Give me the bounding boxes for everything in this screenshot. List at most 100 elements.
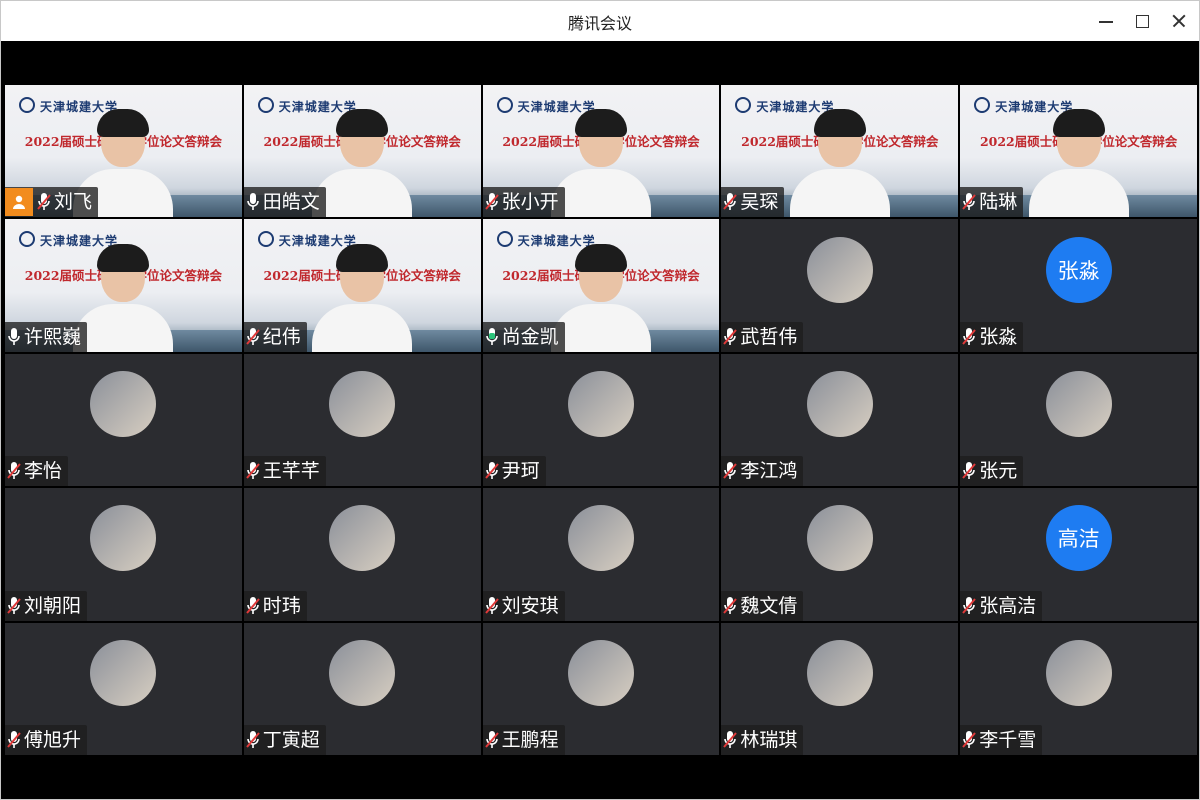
participant-tile[interactable]: 高洁 张高洁 [960,488,1197,621]
name-label: 李怡 [5,456,69,487]
participant-name: 尹珂 [501,460,540,483]
microphone-icon [246,192,260,212]
basketball-photo-avatar [90,505,157,572]
participant-tile[interactable]: 天津城建大学2022届硕士研究生学位论文答辩会陆琳 [960,85,1197,218]
participant-tile[interactable]: 刘安琪 [482,488,720,621]
participant-tile[interactable]: 林瑞琪 [721,622,959,755]
name-label: 李千雪 [960,724,1043,755]
participant-name: 武哲伟 [740,325,798,348]
maximize-button[interactable] [1130,9,1154,33]
participant-tile[interactable]: 时玮 [243,488,481,621]
participant-name: 刘安琪 [501,594,559,617]
anime-photo-avatar [567,370,634,437]
participant-tile[interactable]: 王鹏程 [482,622,720,755]
microphone-muted-icon [962,596,976,616]
window-title: 腾讯会议 [567,14,632,33]
name-label: 魏文倩 [721,590,804,621]
painting-avatar [567,639,634,706]
name-label: 陆琳 [960,187,1024,218]
participant-tile[interactable]: 魏文倩 [721,488,959,621]
participant-name: 尚金凯 [501,325,559,348]
participant-tile[interactable]: 王芊芊 [243,353,481,487]
participant-tile[interactable]: 武哲伟 [721,219,959,352]
participant-tile[interactable]: 天津城建大学2022届硕士研究生学位论文答辩会许熙巍 [5,219,242,352]
avatar-text: 高洁 [1045,505,1112,572]
participant-tile[interactable]: 天津城建大学2022届硕士研究生学位论文答辩会纪伟 [243,219,481,352]
participant-name: 张元 [979,460,1018,483]
participant-name: 傅旭升 [24,728,82,751]
name-label: 吴琛 [721,187,785,218]
name-label: 王鹏程 [482,724,565,755]
participant-tile[interactable]: 丁寅超 [243,622,481,755]
calligraphy-avatar [806,505,873,572]
participant-tile[interactable]: 天津城建大学2022届硕士研究生学位论文答辩会刘飞 [5,85,242,218]
participant-tile[interactable]: 李怡 [5,353,242,487]
microphone-muted-icon [484,461,499,481]
host-icon [5,188,33,217]
participant-name: 张小开 [501,191,559,214]
participant-name: 时玮 [262,594,301,617]
participant-tile[interactable]: 尹珂 [482,353,720,487]
name-label: 张淼 [960,321,1024,352]
microphone-muted-icon [723,461,738,481]
name-label: 傅旭升 [5,724,88,755]
name-label: 许熙巍 [5,321,88,352]
drawing-avatar [329,505,396,572]
name-label: 武哲伟 [721,321,804,352]
participant-tile[interactable]: 天津城建大学2022届硕士研究生学位论文答辩会吴琛 [721,85,959,218]
participant-tile[interactable]: 李江鸿 [721,353,959,487]
participant-tile[interactable]: 刘朝阳 [5,488,242,621]
flag-photo-avatar [90,639,157,706]
name-label: 刘安琪 [482,590,565,621]
participant-video-figure [786,109,894,218]
participant-tile[interactable]: 天津城建大学2022届硕士研究生学位论文答辩会田皓文 [243,85,481,218]
microphone-muted-icon [7,596,21,616]
microphone-speaking-icon [485,327,499,347]
microphone-muted-icon [7,461,21,481]
name-label: 纪伟 [243,321,307,352]
participant-name: 李江鸿 [740,460,798,483]
participant-name: 张高洁 [979,594,1037,617]
participant-name: 田皓文 [262,191,320,214]
participant-name: 张淼 [979,325,1018,348]
participant-name: 魏文倩 [740,594,798,617]
participant-tile[interactable]: 傅旭升 [5,622,242,755]
microphone-muted-icon [37,192,51,212]
microphone-muted-icon [7,730,21,750]
name-label: 时玮 [243,590,307,621]
close-button[interactable] [1167,9,1191,33]
microphone-muted-icon [723,327,738,347]
participant-name: 刘朝阳 [24,594,82,617]
child-photo-avatar [806,236,873,303]
participant-tile[interactable]: 李千雪 [960,622,1197,755]
name-label: 尚金凯 [482,321,565,352]
participant-tile[interactable]: 张元 [960,353,1197,487]
participant-name: 刘飞 [54,191,93,214]
microphone-muted-icon [723,730,738,750]
name-label: 丁寅超 [243,724,326,755]
participant-tile[interactable]: 天津城建大学2022届硕士研究生学位论文答辩会尚金凯 [482,219,720,352]
name-label: 张元 [960,456,1024,487]
microphone-muted-icon [962,730,976,750]
participant-name: 纪伟 [262,325,301,348]
name-label: 林瑞琪 [721,724,804,755]
name-label: 张高洁 [960,590,1043,621]
microphone-muted-icon [723,192,738,212]
microphone-muted-icon [723,596,738,616]
microphone-icon [7,327,21,347]
name-label: 张小开 [482,187,565,218]
participant-tile[interactable]: 张淼 张淼 [960,219,1197,352]
participant-video-figure [1025,109,1133,218]
participant-tile[interactable]: 天津城建大学2022届硕士研究生学位论文答辩会张小开 [482,85,720,218]
microphone-muted-icon [484,596,499,616]
microphone-muted-icon [962,461,976,481]
minimize-button[interactable] [1094,9,1118,33]
participant-name: 林瑞琪 [740,728,798,751]
participant-name: 丁寅超 [262,728,320,751]
title-bar[interactable]: 腾讯会议 [1,1,1199,41]
participant-name: 王芊芊 [262,460,320,483]
microphone-muted-icon [246,596,260,616]
participant-name: 许熙巍 [24,325,82,348]
microphone-muted-icon [246,730,260,750]
avatar-text: 张淼 [1045,236,1112,303]
